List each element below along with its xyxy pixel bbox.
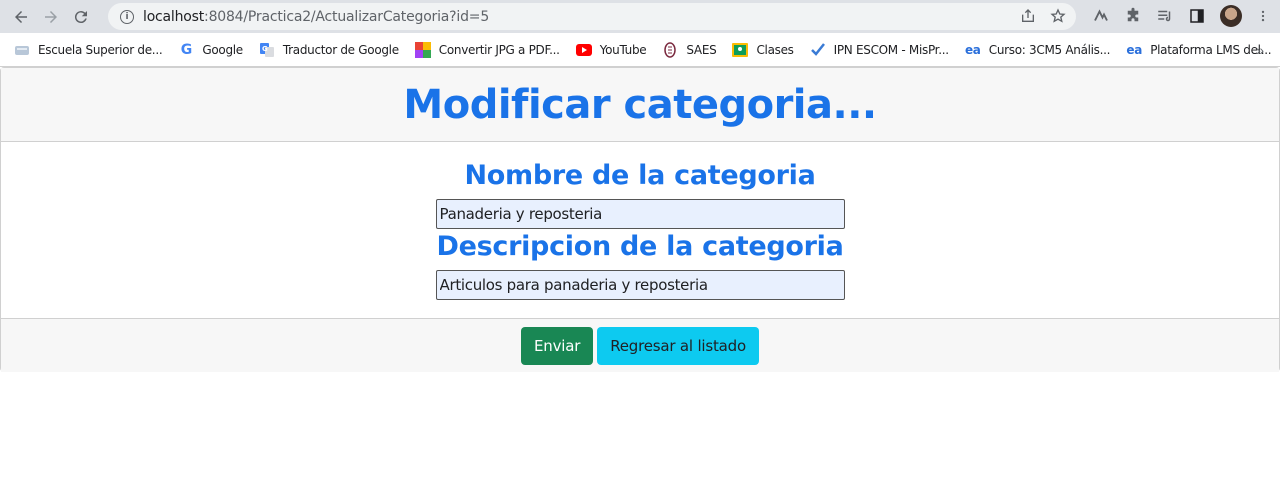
arrow-left-icon — [15, 10, 27, 23]
reload-button[interactable] — [66, 2, 96, 32]
card-body: Nombre de la categoria Descripcion de la… — [1, 142, 1279, 318]
side-panel-icon[interactable] — [1188, 7, 1206, 25]
bookmark-plataforma[interactable]: ea Plataforma LMS del... — [1126, 42, 1271, 58]
reading-list-icon[interactable] — [1156, 7, 1174, 25]
menu-dots-icon[interactable] — [1256, 7, 1270, 25]
classroom-icon — [732, 42, 749, 58]
address-bar[interactable]: i localhost:8084/Practica2/ActualizarCat… — [108, 3, 1076, 30]
bookmark-google[interactable]: G Google — [178, 42, 243, 58]
arrow-right-icon — [45, 10, 57, 23]
bookmark-youtube[interactable]: YouTube — [575, 42, 647, 58]
bookmark-curso[interactable]: ea Curso: 3CM5 Anális... — [964, 42, 1111, 58]
description-label: Descripcion de la categoria — [436, 231, 844, 262]
saes-icon — [662, 41, 678, 58]
card-footer: Enviar Regresar al listado — [1, 318, 1279, 372]
bookmark-convertir[interactable]: Convertir JPG a PDF... — [414, 41, 560, 58]
profile-avatar[interactable] — [1220, 5, 1242, 27]
page-title: Modificar categoria... — [403, 81, 877, 128]
bookmark-clases[interactable]: Clases — [732, 42, 794, 58]
back-nav-button[interactable] — [6, 2, 36, 32]
check-icon — [810, 42, 826, 58]
extensions-area — [1092, 5, 1270, 27]
card-header: Modificar categoria... — [1, 68, 1279, 142]
info-icon[interactable]: i — [120, 9, 134, 24]
chevron-double-right-icon[interactable]: » — [1256, 42, 1264, 58]
url-text: localhost:8084/Practica2/ActualizarCateg… — [143, 8, 490, 25]
forward-nav-button[interactable] — [36, 2, 66, 32]
reload-icon — [74, 10, 87, 23]
browser-toolbar: i localhost:8084/Practica2/ActualizarCat… — [0, 0, 1280, 33]
bookmark-translate[interactable]: G Traductor de Google — [259, 42, 399, 58]
name-label: Nombre de la categoria — [464, 160, 816, 191]
google-icon: G — [180, 41, 193, 58]
edit-category-card: Modificar categoria... Nombre de la cate… — [0, 67, 1280, 372]
extension-logo-icon[interactable] — [1092, 7, 1110, 25]
youtube-icon — [575, 42, 592, 58]
bookmark-escuela[interactable]: Escuela Superior de... — [14, 42, 163, 58]
translate-icon: G — [259, 42, 275, 58]
school-icon — [14, 42, 30, 58]
ea-icon: ea — [964, 42, 981, 57]
back-to-list-button[interactable]: Regresar al listado — [597, 326, 759, 365]
star-icon[interactable] — [1050, 8, 1066, 24]
bookmark-saes[interactable]: SAES — [662, 41, 717, 58]
submit-button[interactable]: Enviar — [521, 326, 594, 365]
puzzle-icon[interactable] — [1124, 7, 1142, 25]
bookmark-ipn-escom[interactable]: IPN ESCOM - MisPr... — [810, 42, 949, 58]
category-name-input[interactable] — [435, 199, 845, 229]
bookmarks-bar: Escuela Superior de... G Google G Traduc… — [0, 33, 1280, 67]
share-icon[interactable] — [1020, 8, 1036, 24]
category-description-input[interactable] — [435, 270, 845, 300]
ea-icon: ea — [1126, 42, 1142, 57]
omnibox-actions — [1020, 8, 1066, 24]
svg-text:G: G — [262, 45, 268, 53]
converter-icon — [414, 41, 431, 58]
